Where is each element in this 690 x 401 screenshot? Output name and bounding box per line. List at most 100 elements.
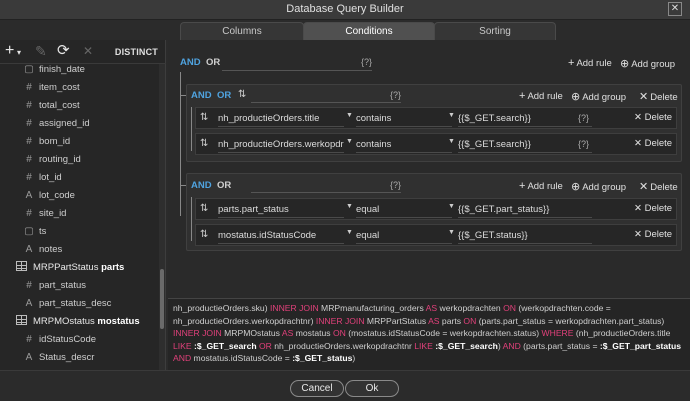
delete-rule-button[interactable]: ✕ Delete	[634, 138, 672, 149]
delete-rule-button[interactable]: ✕ Delete	[634, 203, 672, 214]
refresh-icon[interactable]: ⟳	[57, 41, 70, 59]
number-type-icon: #	[26, 172, 32, 183]
tree-column-item[interactable]: # part_status	[22, 277, 86, 295]
root-group-input[interactable]	[222, 55, 372, 71]
chevron-down-icon[interactable]: ▼	[448, 138, 455, 145]
and-toggle[interactable]: AND	[180, 57, 201, 68]
tree-table-mostatus[interactable]: MRPMOstatus mostatus	[16, 313, 140, 331]
tab-conditions[interactable]: Conditions	[303, 22, 435, 40]
rule-value-input[interactable]: {{$_GET.search}}	[458, 136, 592, 153]
tree-column-item[interactable]: # idStatusCode	[22, 331, 96, 349]
delete-group-button[interactable]: ✕ Delete	[639, 180, 678, 193]
rule-operator-select[interactable]: contains	[356, 136, 452, 153]
rule-field-select[interactable]: parts.part_status	[218, 201, 344, 218]
add-rule-button[interactable]: + Add rule	[568, 57, 612, 69]
tree-column-item[interactable]: Apart_status_desc	[22, 295, 112, 313]
tree-column-item[interactable]: # lot_id	[22, 169, 62, 187]
tree-column-item[interactable]: # bom_id	[22, 133, 70, 151]
tree-column-item[interactable]: # total_cost	[22, 97, 79, 115]
tree-column-item[interactable]: # routing_id	[22, 151, 81, 169]
text-type-icon: A	[25, 352, 33, 363]
add-group-button[interactable]: ⊕ Add group	[620, 57, 675, 70]
rule-field-select[interactable]: nh_productieOrders.werkopdrachtnr	[218, 136, 344, 153]
rule-value-input[interactable]: {{$_GET.part_status}}	[458, 201, 592, 218]
close-icon[interactable]: ✕	[668, 2, 682, 16]
add-icon[interactable]: +	[5, 42, 14, 60]
sort-icon[interactable]: ⇅	[200, 203, 208, 214]
rule-operator-select[interactable]: equal	[356, 201, 452, 218]
tree-connector	[180, 72, 181, 216]
or-toggle[interactable]: OR	[217, 180, 231, 191]
sort-icon[interactable]: ⇅	[200, 138, 208, 149]
sql-text: (parts.part_status =	[520, 340, 600, 351]
text-type-icon: A	[25, 298, 33, 309]
tree-column-item[interactable]: Anotes	[22, 241, 63, 259]
chevron-down-icon[interactable]: ▼	[448, 203, 455, 210]
or-toggle[interactable]: OR	[206, 57, 220, 68]
cancel-button[interactable]: Cancel	[290, 380, 344, 397]
schema-scrollbar[interactable]	[159, 64, 165, 370]
add-group-button[interactable]: ⊕ Add group	[571, 90, 626, 103]
number-type-icon: #	[26, 100, 32, 111]
add-rule-button[interactable]: + Add rule	[519, 180, 563, 192]
dynamic-data-icon[interactable]: {?}	[390, 180, 401, 190]
conditions-panel: AND OR {?} + Add rule ⊕ Add group AND OR ⇅…	[168, 40, 690, 298]
delete-group-button[interactable]: ✕ Delete	[639, 90, 678, 103]
sql-text: (nh_productieOrders.title	[573, 328, 671, 338]
sql-preview: nh_productieOrders.sku) INNER JOIN MRPma…	[168, 298, 690, 370]
tree-column-item[interactable]: ▢ finish_date	[22, 64, 85, 79]
tab-columns[interactable]: Columns	[180, 22, 304, 40]
sort-icon[interactable]: ⇅	[200, 229, 208, 240]
number-type-icon: #	[26, 334, 32, 345]
chevron-down-icon[interactable]: ▼	[346, 138, 353, 145]
sort-icon[interactable]: ⇅	[238, 89, 246, 100]
rule-operator-select[interactable]: equal	[356, 227, 452, 244]
rule-value-input[interactable]: {{$_GET.search}}	[458, 110, 592, 127]
sql-keyword: INNER JOIN	[173, 328, 222, 338]
tree-column-item[interactable]: Alot_code	[22, 187, 75, 205]
and-toggle[interactable]: AND	[191, 180, 212, 191]
scrollbar-thumb[interactable]	[160, 269, 164, 329]
edit-icon[interactable]: ✎	[35, 43, 47, 60]
remove-icon[interactable]: ✕	[83, 44, 93, 58]
sql-keyword: OR	[259, 340, 272, 351]
group-input[interactable]	[251, 177, 401, 193]
tree-column-item[interactable]: # item_cost	[22, 79, 79, 97]
dynamic-data-icon[interactable]: {?}	[578, 139, 589, 149]
dynamic-data-icon[interactable]: {?}	[390, 90, 401, 100]
add-rule-button[interactable]: + Add rule	[519, 90, 563, 102]
rule-operator-select[interactable]: contains	[356, 110, 452, 127]
tree-column-item[interactable]: ▢ ts	[22, 223, 46, 241]
add-group-button[interactable]: ⊕ Add group	[571, 180, 626, 193]
sql-text: mostatus	[293, 328, 333, 338]
sort-icon[interactable]: ⇅	[200, 112, 208, 123]
rule-value-input[interactable]: {{$_GET.status}}	[458, 227, 592, 244]
ok-button[interactable]: Ok	[345, 380, 399, 397]
number-type-icon: #	[26, 208, 32, 219]
chevron-down-icon[interactable]: ▼	[346, 229, 353, 236]
distinct-toggle[interactable]: DISTINCT	[115, 47, 158, 57]
tree-column-item[interactable]: # site_id	[22, 205, 66, 223]
chevron-down-icon[interactable]: ▼	[346, 112, 353, 119]
or-toggle[interactable]: OR	[217, 90, 231, 101]
delete-rule-button[interactable]: ✕ Delete	[634, 229, 672, 240]
tree-column-item[interactable]: A Status_descr	[22, 349, 95, 367]
schema-panel: + ▾ ✎ ⟳ ✕ DISTINCT ▢ finish_date # item_co…	[0, 40, 166, 370]
chevron-down-icon[interactable]: ▼	[448, 229, 455, 236]
dynamic-data-icon[interactable]: {?}	[578, 113, 589, 123]
rule-field-select[interactable]: nh_productieOrders.title	[218, 110, 344, 127]
chevron-down-icon[interactable]: ▼	[346, 203, 353, 210]
tree-table-parts[interactable]: MRPPartStatus parts	[16, 259, 124, 277]
tab-sorting[interactable]: Sorting	[434, 22, 556, 40]
delete-rule-button[interactable]: ✕ Delete	[634, 112, 672, 123]
add-dropdown-chevron-icon[interactable]: ▾	[17, 48, 21, 57]
chevron-down-icon[interactable]: ▼	[448, 112, 455, 119]
sql-keyword: ON	[503, 303, 516, 313]
dynamic-data-icon[interactable]: {?}	[361, 57, 372, 67]
and-toggle[interactable]: AND	[191, 90, 212, 101]
tree-column-item[interactable]: # assigned_id	[22, 115, 90, 133]
number-type-icon: #	[26, 118, 32, 129]
rule-field-select[interactable]: mostatus.idStatusCode	[218, 227, 344, 244]
sql-text: )	[352, 353, 356, 363]
group-input[interactable]	[251, 87, 401, 103]
